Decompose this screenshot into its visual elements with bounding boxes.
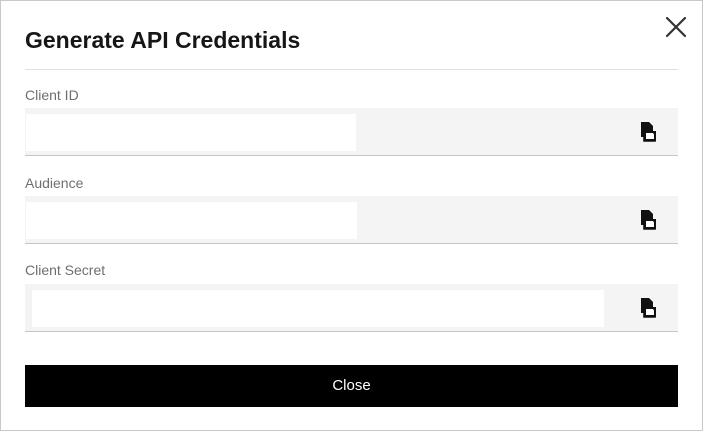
copy-icon[interactable] xyxy=(636,296,660,320)
close-icon[interactable] xyxy=(662,13,690,41)
client-id-label: Client ID xyxy=(25,87,79,103)
close-button[interactable]: Close xyxy=(25,365,678,407)
copy-icon[interactable] xyxy=(636,208,660,232)
api-credentials-dialog: Generate API Credentials Client ID Audie… xyxy=(0,0,703,431)
client-secret-label: Client Secret xyxy=(25,262,106,278)
dialog-title: Generate API Credentials xyxy=(25,27,301,53)
copy-icon[interactable] xyxy=(636,120,660,144)
audience-field xyxy=(25,196,678,244)
audience-value[interactable] xyxy=(26,202,357,239)
client-id-field xyxy=(25,108,678,156)
client-id-value[interactable] xyxy=(26,114,356,151)
client-secret-value[interactable] xyxy=(32,290,604,327)
client-secret-field xyxy=(25,284,678,332)
header-divider xyxy=(25,69,678,70)
audience-label: Audience xyxy=(25,175,84,191)
